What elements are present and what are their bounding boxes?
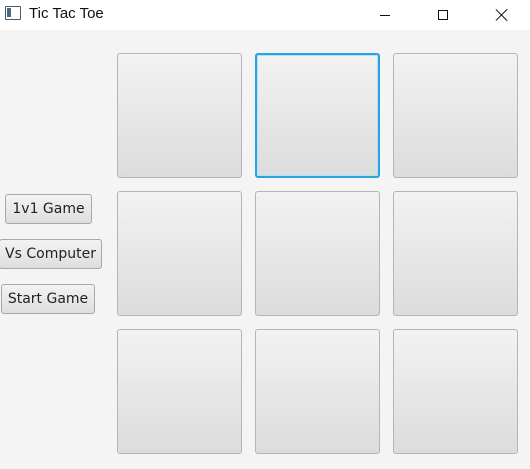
title-bar[interactable]: Tic Tac Toe	[0, 0, 530, 30]
vs-computer-button[interactable]: Vs Computer	[0, 239, 102, 269]
board-cell-3[interactable]	[393, 53, 518, 178]
window-title: Tic Tac Toe	[29, 5, 104, 22]
start-game-button[interactable]: Start Game	[1, 284, 95, 314]
window-app-icon	[5, 6, 21, 20]
board-cell-2[interactable]	[255, 53, 380, 178]
board-cell-6[interactable]	[393, 191, 518, 316]
minimize-icon	[380, 14, 390, 16]
close-icon	[495, 8, 509, 22]
1v1-game-button[interactable]: 1v1 Game	[5, 194, 92, 224]
board-cell-9[interactable]	[393, 329, 518, 454]
board-cell-8[interactable]	[255, 329, 380, 454]
board-cell-1[interactable]	[117, 53, 242, 178]
board-cell-4[interactable]	[117, 191, 242, 316]
maximize-icon	[438, 10, 448, 20]
board-cell-5[interactable]	[255, 191, 380, 316]
close-button[interactable]	[479, 0, 525, 30]
maximize-button[interactable]	[420, 0, 466, 30]
board-cell-7[interactable]	[117, 329, 242, 454]
minimize-button[interactable]	[362, 0, 408, 30]
